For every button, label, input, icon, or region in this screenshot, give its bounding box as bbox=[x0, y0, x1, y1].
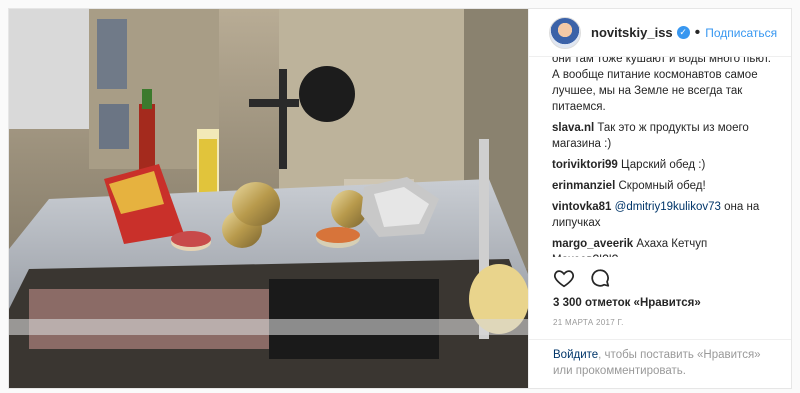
login-link[interactable]: Войдите bbox=[553, 349, 598, 361]
caption-text: они там тоже кушают и воды много пьют. А… bbox=[552, 57, 771, 113]
likes-count[interactable]: 3 300 отметок «Нравится» bbox=[553, 297, 701, 309]
comment-username[interactable]: margo_aveerik bbox=[552, 238, 633, 250]
comment-item: margo_aveerik Ахаха Кетчуп Махеев?!?!? bbox=[552, 236, 776, 257]
post-sidebar: novitskiy_iss ✓ • Подписаться они там то… bbox=[528, 9, 791, 388]
post-date: 21 МАРТА 2017 Г. bbox=[553, 318, 624, 327]
comment-username[interactable]: vintovka81 bbox=[552, 201, 611, 213]
comment-item: erinmanziel Скромный обед! bbox=[552, 178, 776, 194]
comment-item: vintovka81 @dmitriy19kulikov73 она на ли… bbox=[552, 199, 776, 231]
comment-bubble-icon[interactable] bbox=[589, 267, 611, 289]
comment-item: slava.nl Так это ж продукты из моего маг… bbox=[552, 120, 776, 152]
follow-button[interactable]: Подписаться bbox=[705, 26, 777, 40]
comment-username[interactable]: slava.nl bbox=[552, 122, 594, 134]
username[interactable]: novitskiy_iss bbox=[591, 25, 673, 40]
comment-username[interactable]: erinmanziel bbox=[552, 180, 615, 192]
comment-username[interactable]: toriviktori99 bbox=[552, 159, 618, 171]
post-photo[interactable] bbox=[9, 9, 528, 388]
comment-text: Царский обед :) bbox=[621, 159, 706, 171]
avatar[interactable] bbox=[549, 16, 581, 49]
login-prompt: Войдите, чтобы поставить «Нравится» или … bbox=[529, 339, 791, 379]
comments-list[interactable]: они там тоже кушают и воды много пьют. А… bbox=[529, 57, 791, 257]
post-card: novitskiy_iss ✓ • Подписаться они там то… bbox=[8, 8, 792, 389]
post-header: novitskiy_iss ✓ • Подписаться bbox=[529, 9, 791, 57]
separator-dot: • bbox=[694, 23, 701, 41]
comment-text: Скромный обед! bbox=[618, 180, 706, 192]
iss-food-table-image bbox=[9, 9, 528, 388]
comment-mention[interactable]: @dmitriy19kulikov73 bbox=[615, 201, 721, 213]
comment-item: toriviktori99 Царский обед :) bbox=[552, 157, 776, 173]
post-actions bbox=[553, 267, 611, 289]
verified-badge-icon: ✓ bbox=[676, 26, 690, 39]
heart-icon[interactable] bbox=[553, 267, 575, 289]
